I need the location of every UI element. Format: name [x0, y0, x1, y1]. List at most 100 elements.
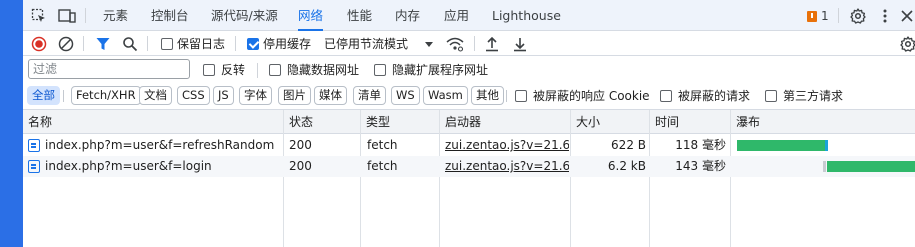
disable-cache-check[interactable]: [247, 37, 259, 50]
tab-application[interactable]: 应用: [444, 0, 469, 31]
type-filter-ws[interactable]: WS: [391, 86, 420, 105]
type-filter-other[interactable]: 其他: [471, 86, 504, 105]
tab-performance[interactable]: 性能: [347, 0, 372, 31]
document-icon: [28, 160, 40, 173]
disable-cache-checkbox[interactable]: 停用缓存: [247, 34, 311, 53]
hide-data-urls-check[interactable]: [269, 63, 281, 76]
clear-icon: [58, 36, 74, 51]
devtools-panel: 元素 控制台 源代码/来源 网络 性能 内存 应用 Lighthouse 1 保…: [23, 0, 915, 247]
invert-label: 反转: [221, 63, 246, 77]
column-divider[interactable]: [439, 110, 440, 247]
column-header-status[interactable]: 状态: [284, 110, 360, 134]
waterfall-queue-segment: [823, 161, 826, 172]
resource-type-filter-row: 全部 Fetch/XHR 文档 CSS JS 字体 图片 媒体 清单 WS Wa…: [23, 82, 915, 110]
blocked-response-cookies-check[interactable]: [515, 89, 527, 102]
blocked-response-cookies-checkbox[interactable]: 被屏蔽的响应 Cookie: [515, 86, 650, 105]
tab-network[interactable]: 网络: [298, 0, 324, 31]
column-header-waterfall[interactable]: 瀑布: [731, 110, 915, 134]
settings-gear-icon[interactable]: [848, 6, 868, 26]
toolbar-divider: [474, 36, 475, 51]
toolbar-divider: [235, 36, 236, 51]
request-name[interactable]: index.php?m=user&f=login: [45, 156, 281, 177]
column-header-initiator[interactable]: 启动器: [440, 110, 570, 134]
type-filter-wasm[interactable]: Wasm: [423, 86, 468, 105]
request-name[interactable]: index.php?m=user&f=refreshRandom: [45, 135, 281, 156]
waterfall-bar[interactable]: [827, 161, 915, 172]
column-header-time[interactable]: 时间: [650, 110, 730, 134]
column-divider[interactable]: [360, 110, 361, 247]
issue-flag-icon: [807, 10, 817, 22]
type-filter-doc[interactable]: 文档: [139, 86, 172, 105]
request-initiator-link[interactable]: zui.zentao.js?v=21.6:2: [445, 135, 569, 156]
record-button[interactable]: [31, 34, 47, 53]
settings-gear-icon: [900, 35, 915, 52]
search-button[interactable]: [122, 34, 138, 53]
filter-row: 反转 隐藏数据网址 隐藏扩展程序网址: [23, 56, 915, 82]
device-toolbar-icon[interactable]: [57, 6, 77, 26]
third-party-requests-checkbox[interactable]: 第三方请求: [765, 86, 843, 105]
more-options-icon[interactable]: [875, 6, 895, 26]
column-divider[interactable]: [283, 110, 284, 247]
type-filter-img[interactable]: 图片: [278, 86, 311, 105]
column-header-size[interactable]: 大小: [571, 110, 649, 134]
column-divider[interactable]: [570, 110, 571, 247]
type-filter-manifest[interactable]: 清单: [353, 86, 386, 105]
tab-memory[interactable]: 内存: [395, 0, 420, 31]
column-divider[interactable]: [730, 110, 731, 247]
invert-check[interactable]: [203, 63, 215, 76]
hide-data-urls-checkbox[interactable]: 隐藏数据网址: [269, 60, 359, 79]
waterfall-bar[interactable]: [737, 140, 827, 151]
filter-input[interactable]: [28, 59, 190, 79]
hide-extension-urls-label: 隐藏扩展程序网址: [392, 63, 489, 77]
throttling-select[interactable]: 已停用节流模式: [324, 34, 434, 53]
throttling-label: 已停用节流模式: [324, 37, 409, 51]
search-icon: [123, 36, 138, 51]
tab-bar-divider: [85, 8, 86, 23]
type-filter-font[interactable]: 字体: [239, 86, 272, 105]
request-row[interactable]: index.php?m=user&f=refreshRandom 200 fet…: [23, 135, 915, 156]
filter-toggle-button[interactable]: [95, 34, 111, 53]
tab-elements[interactable]: 元素: [103, 0, 128, 31]
import-har-button[interactable]: [485, 34, 499, 53]
hide-data-urls-label: 隐藏数据网址: [287, 63, 360, 77]
export-har-button[interactable]: [513, 34, 527, 53]
third-party-requests-check[interactable]: [765, 89, 777, 102]
type-filter-fetch-xhr[interactable]: Fetch/XHR: [71, 86, 141, 105]
column-header-type[interactable]: 类型: [361, 110, 439, 134]
hide-extension-urls-checkbox[interactable]: 隐藏扩展程序网址: [374, 60, 488, 79]
preserve-log-checkbox[interactable]: 保留日志: [161, 34, 225, 53]
download-icon: [514, 37, 526, 51]
toolbar-divider: [147, 36, 148, 51]
column-divider[interactable]: [649, 110, 650, 247]
clear-button[interactable]: [58, 34, 74, 53]
preserve-log-label: 保留日志: [177, 37, 226, 51]
network-settings-button[interactable]: [900, 34, 915, 53]
filter-divider: [257, 63, 258, 78]
preserve-log-check[interactable]: [161, 37, 173, 50]
type-filter-js[interactable]: JS: [213, 86, 234, 105]
blocked-requests-checkbox[interactable]: 被屏蔽的请求: [660, 86, 750, 105]
network-conditions-button[interactable]: [446, 34, 464, 53]
tab-lighthouse[interactable]: Lighthouse: [492, 0, 561, 31]
invert-checkbox[interactable]: 反转: [203, 60, 245, 79]
issues-count: 1: [821, 9, 829, 23]
column-header-name[interactable]: 名称: [23, 110, 283, 134]
tab-sources[interactable]: 源代码/来源: [211, 0, 278, 31]
type-filter-all[interactable]: 全部: [27, 86, 60, 105]
tab-bar-divider-right: [838, 8, 839, 23]
third-party-requests-label: 第三方请求: [783, 89, 844, 103]
issues-counter[interactable]: 1: [807, 9, 829, 23]
type-filter-css[interactable]: CSS: [177, 86, 210, 105]
inspect-element-icon[interactable]: [29, 6, 49, 26]
devtools-side-rail: [0, 0, 23, 247]
close-icon[interactable]: [897, 6, 915, 26]
request-type: fetch: [367, 138, 398, 152]
hide-extension-urls-check[interactable]: [374, 63, 386, 76]
type-filter-media[interactable]: 媒体: [314, 86, 347, 105]
request-row[interactable]: index.php?m=user&f=login 200 fetch zui.z…: [23, 156, 915, 177]
blocked-requests-check[interactable]: [660, 89, 672, 102]
tab-console[interactable]: 控制台: [151, 0, 189, 31]
document-icon: [28, 139, 40, 152]
request-status: 200: [289, 138, 312, 152]
request-initiator-link[interactable]: zui.zentao.js?v=21.6:2: [445, 156, 569, 177]
